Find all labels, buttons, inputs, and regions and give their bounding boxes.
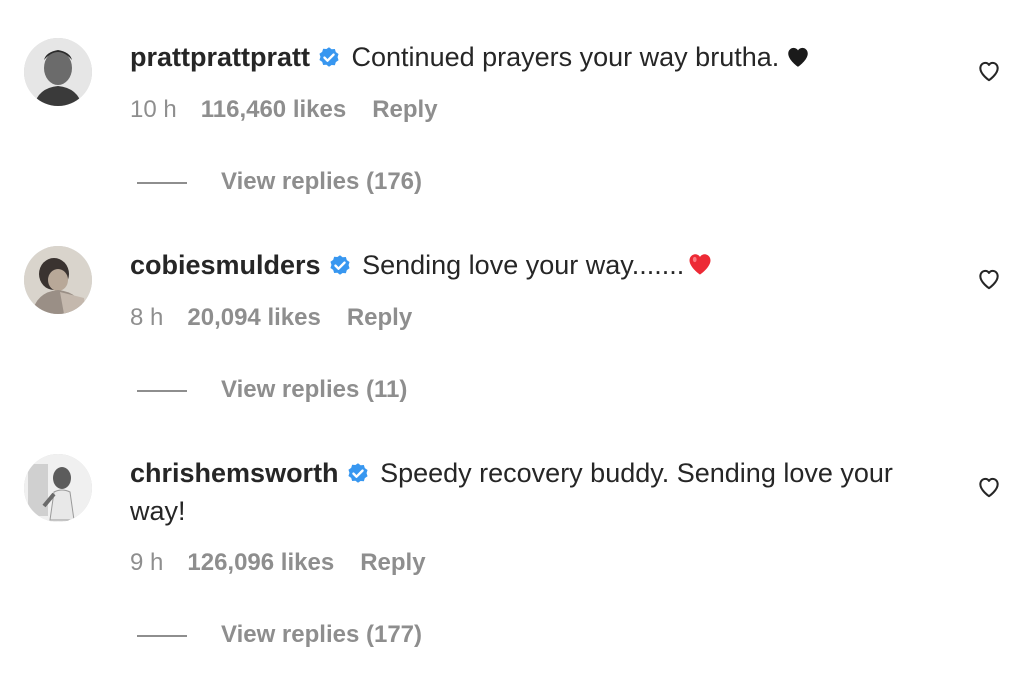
likes-count[interactable]: 20,094 likes [187, 304, 320, 331]
view-replies-label: View replies (176) [221, 168, 422, 195]
likes-count[interactable]: 126,096 likes [187, 549, 334, 576]
timestamp: 8 h [130, 304, 164, 331]
comment-body: prattprattpratt Continued prayers your w… [130, 38, 914, 76]
profile-photo-icon [24, 454, 92, 522]
view-replies-button[interactable]: View replies (177) [137, 620, 422, 650]
comment-body: chrishemsworth Speedy recovery buddy. Se… [130, 454, 914, 530]
reply-button[interactable]: Reply [372, 96, 437, 123]
divider [137, 634, 187, 637]
likes-count[interactable]: 116,460 likes [201, 96, 346, 123]
username-link[interactable]: cobiesmulders [130, 250, 321, 280]
profile-photo-icon [24, 38, 92, 106]
view-replies-label: View replies (177) [221, 621, 422, 648]
divider [137, 389, 187, 392]
reply-button[interactable]: Reply [347, 304, 412, 331]
timestamp: 9 h [130, 549, 164, 576]
view-replies-label: View replies (11) [221, 376, 408, 403]
timestamp: 10 h [130, 96, 177, 123]
avatar[interactable] [24, 38, 92, 106]
comment-text: Sending love your way....... [362, 250, 685, 280]
verified-badge-icon [348, 463, 368, 483]
verified-badge-icon [319, 47, 339, 67]
view-replies-button[interactable]: View replies (176) [137, 167, 422, 197]
username-link[interactable]: chrishemsworth [130, 458, 339, 488]
comment-meta: 8 h 20,094 likes Reply [130, 303, 412, 333]
avatar[interactable] [24, 246, 92, 314]
comment-text: Continued prayers your way brutha. [351, 42, 780, 72]
like-heart-icon[interactable] [976, 58, 1002, 84]
comment-meta: 10 h 116,460 likes Reply [130, 95, 438, 125]
profile-photo-icon [24, 246, 92, 314]
verified-badge-icon [330, 255, 350, 275]
avatar[interactable] [24, 454, 92, 522]
black-heart-icon [788, 47, 808, 67]
comment-meta: 9 h 126,096 likes Reply [130, 548, 426, 578]
divider [137, 181, 187, 184]
like-heart-icon[interactable] [976, 266, 1002, 292]
like-heart-icon[interactable] [976, 474, 1002, 500]
username-link[interactable]: prattprattpratt [130, 42, 310, 72]
comment-body: cobiesmulders Sending love your way.....… [130, 246, 914, 284]
reply-button[interactable]: Reply [360, 549, 425, 576]
red-heart-icon [689, 254, 711, 275]
view-replies-button[interactable]: View replies (11) [137, 375, 407, 405]
